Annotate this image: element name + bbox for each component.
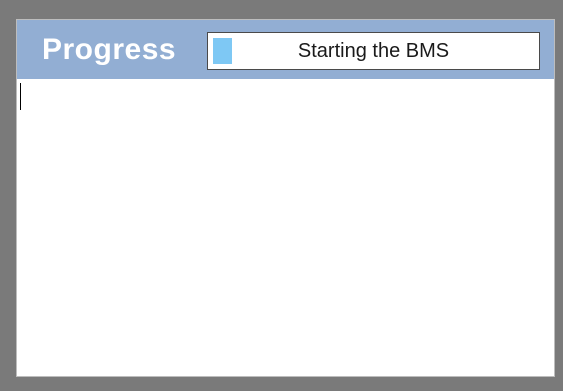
progress-bar: Starting the BMS: [207, 32, 540, 70]
progress-header: Progress Starting the BMS: [17, 20, 554, 79]
progress-status-text: Starting the BMS: [297, 40, 450, 62]
progress-window: Progress Starting the BMS: [16, 19, 555, 377]
text-caret: [20, 83, 21, 110]
progress-title: Progress: [42, 33, 177, 66]
log-output-area[interactable]: [17, 79, 554, 376]
